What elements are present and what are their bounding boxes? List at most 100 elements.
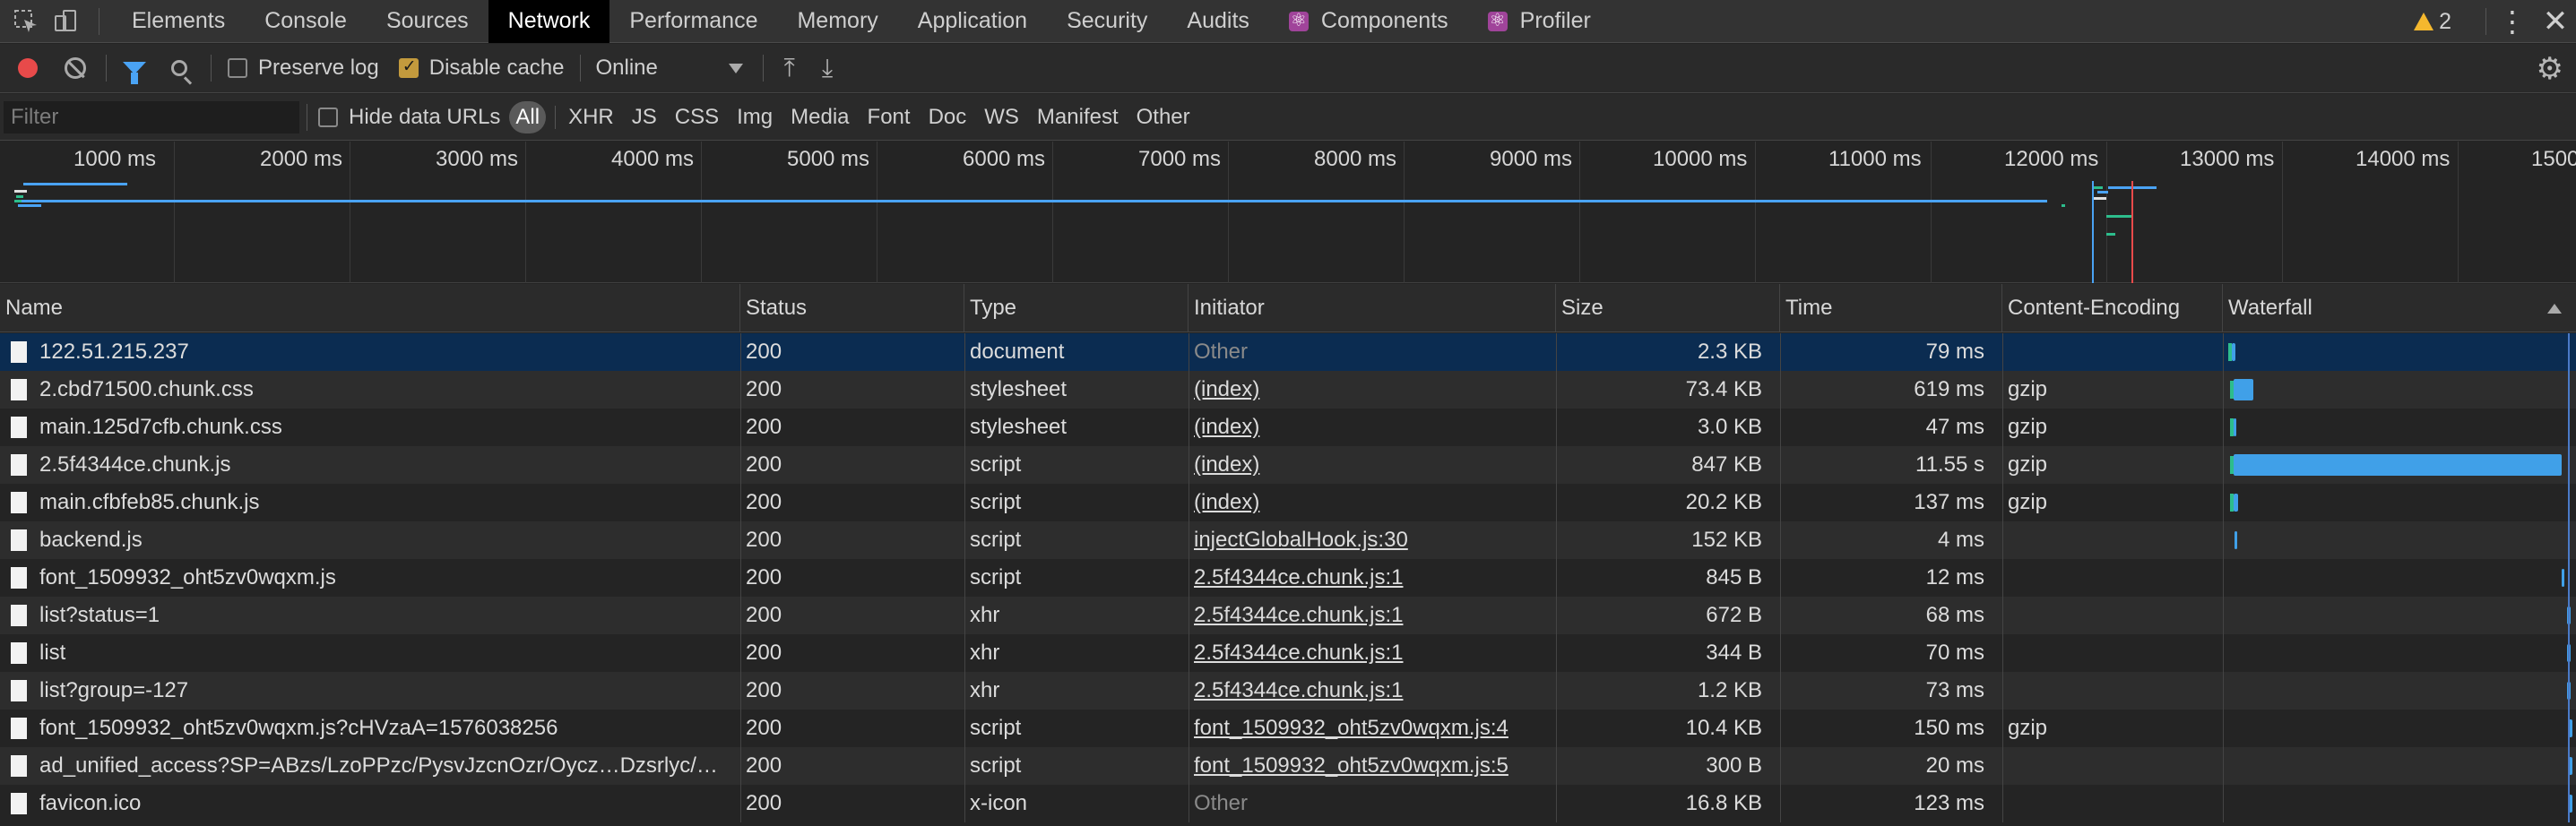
initiator-link[interactable]: (index) [1194, 452, 1259, 478]
filter-input[interactable] [4, 100, 299, 133]
request-name: font_1509932_oht5zv0wqxm.js [39, 565, 336, 589]
request-initiator[interactable]: 2.5f4344ce.chunk.js:1 [1189, 634, 1556, 672]
table-row[interactable]: font_1509932_oht5zv0wqxm.js?cHVzaA=15760… [0, 710, 2576, 747]
filter-type-img[interactable]: Img [728, 101, 782, 133]
filter-icon[interactable] [123, 62, 146, 84]
filter-type-xhr[interactable]: XHR [559, 101, 623, 133]
filter-type-other[interactable]: Other [1128, 101, 1199, 133]
initiator-link[interactable]: (index) [1194, 490, 1259, 515]
initiator-link[interactable]: injectGlobalHook.js:30 [1194, 528, 1408, 553]
tab-label: Memory [797, 8, 878, 33]
filter-type-ws[interactable]: WS [975, 101, 1028, 133]
request-initiator[interactable]: 2.5f4344ce.chunk.js:1 [1189, 559, 1556, 597]
table-row[interactable]: main.cfbfeb85.chunk.js 200 script (index… [0, 484, 2576, 521]
table-row[interactable]: backend.js 200 script injectGlobalHook.j… [0, 521, 2576, 559]
table-row[interactable]: list 200 xhr 2.5f4344ce.chunk.js:1 344 B… [0, 634, 2576, 672]
tab-sources[interactable]: Sources [367, 0, 488, 43]
tab-audits[interactable]: Audits [1167, 0, 1268, 43]
request-initiator[interactable]: (index) [1189, 371, 1556, 409]
throttling-select[interactable]: Online [595, 56, 744, 81]
initiator-link[interactable]: (index) [1194, 377, 1259, 402]
table-row[interactable]: 122.51.215.237 200 document Other 2.3 KB… [0, 333, 2576, 371]
column-header-time[interactable]: Time [1780, 284, 2002, 332]
tab-elements[interactable]: Elements [112, 0, 245, 43]
column-header-name[interactable]: Name [0, 284, 740, 332]
filter-type-css[interactable]: CSS [666, 101, 728, 133]
column-header-status[interactable]: Status [740, 284, 964, 332]
table-row[interactable]: list?status=1 200 xhr 2.5f4344ce.chunk.j… [0, 597, 2576, 634]
request-encoding [2002, 597, 2223, 634]
device-toolbar-icon[interactable] [48, 0, 82, 43]
preserve-log-checkbox[interactable]: Preserve log [228, 56, 379, 81]
warnings-counter[interactable]: 2 [2414, 9, 2451, 35]
disable-cache-checkbox[interactable]: Disable cache [398, 56, 564, 81]
tab-console[interactable]: Console [245, 0, 367, 43]
filter-type-media[interactable]: Media [782, 101, 858, 133]
request-initiator[interactable]: font_1509932_oht5zv0wqxm.js:4 [1189, 710, 1556, 747]
table-row[interactable]: 2.5f4344ce.chunk.js 200 script (index) 8… [0, 446, 2576, 484]
column-header-size[interactable]: Size [1556, 284, 1780, 332]
gear-icon[interactable]: ⚙ [2537, 51, 2563, 87]
request-initiator[interactable]: font_1509932_oht5zv0wqxm.js:5 [1189, 747, 1556, 785]
filter-type-all[interactable]: All [509, 100, 547, 133]
record-button[interactable] [18, 58, 38, 78]
close-icon[interactable]: ✕ [2535, 0, 2576, 43]
network-overview[interactable]: 1000 ms 2000 ms 3000 ms 4000 ms 5000 ms … [0, 142, 2576, 283]
filter-type-js[interactable]: JS [623, 101, 666, 133]
initiator-link[interactable]: 2.5f4344ce.chunk.js:1 [1194, 641, 1404, 666]
tab-security[interactable]: Security [1047, 0, 1167, 43]
column-header-initiator[interactable]: Initiator [1189, 284, 1556, 332]
import-har-icon[interactable]: ⤒ [783, 54, 794, 83]
export-har-icon[interactable]: ⤓ [822, 54, 833, 83]
clear-button[interactable] [65, 57, 86, 79]
overview-gridline [2458, 142, 2459, 283]
request-initiator[interactable]: 2.5f4344ce.chunk.js:1 [1189, 597, 1556, 634]
request-initiator[interactable]: injectGlobalHook.js:30 [1189, 521, 1556, 559]
initiator-link[interactable]: (index) [1194, 415, 1259, 440]
request-initiator[interactable]: 2.5f4344ce.chunk.js:1 [1189, 672, 1556, 710]
request-initiator[interactable]: (index) [1189, 484, 1556, 521]
initiator-link[interactable]: font_1509932_oht5zv0wqxm.js:5 [1194, 753, 1508, 779]
overview-tick-label: 1000 ms [73, 147, 157, 171]
inspect-element-icon[interactable] [9, 0, 43, 43]
tab-profiler[interactable]: Profiler [1468, 0, 1611, 43]
toolbar-divider [580, 55, 582, 82]
hide-data-urls-checkbox[interactable]: Hide data URLs [318, 105, 500, 130]
overview-tick-label: 7000 ms [1138, 147, 1222, 171]
table-row[interactable]: ad_unified_access?SP=ABzs/LzoPPzc/PysvJz… [0, 747, 2576, 785]
filter-type-doc[interactable]: Doc [920, 101, 976, 133]
initiator-link[interactable]: font_1509932_oht5zv0wqxm.js:4 [1194, 716, 1508, 741]
column-header-type[interactable]: Type [964, 284, 1189, 332]
column-header-waterfall[interactable]: Waterfall [2223, 284, 2576, 332]
filter-type-manifest[interactable]: Manifest [1028, 101, 1128, 133]
tab-bar-right: 2 ⋮ ✕ [2414, 0, 2576, 43]
tab-network[interactable]: Network [488, 0, 610, 43]
table-row[interactable]: 2.cbd71500.chunk.css 200 stylesheet (ind… [0, 371, 2576, 409]
initiator-link[interactable]: 2.5f4344ce.chunk.js:1 [1194, 565, 1404, 590]
initiator-link[interactable]: 2.5f4344ce.chunk.js:1 [1194, 678, 1404, 703]
request-initiator[interactable]: (index) [1189, 409, 1556, 446]
tab-components[interactable]: Components [1269, 0, 1468, 43]
tab-memory[interactable]: Memory [777, 0, 897, 43]
overview-gridline [701, 142, 702, 283]
column-label: Type [970, 296, 1017, 320]
filter-type-label: Other [1136, 104, 1190, 129]
request-status: 200 [746, 490, 782, 514]
initiator-link[interactable]: 2.5f4344ce.chunk.js:1 [1194, 603, 1404, 628]
table-row[interactable]: font_1509932_oht5zv0wqxm.js 200 script 2… [0, 559, 2576, 597]
column-header-content-encoding[interactable]: Content-Encoding [2002, 284, 2223, 332]
more-options-icon[interactable]: ⋮ [2490, 0, 2535, 43]
request-initiator[interactable]: (index) [1189, 446, 1556, 484]
request-size: 672 B [1706, 603, 1762, 627]
tab-performance[interactable]: Performance [609, 0, 777, 43]
search-icon[interactable] [171, 60, 187, 76]
request-type: stylesheet [970, 377, 1068, 401]
table-row[interactable]: favicon.ico 200 x-icon Other 16.8 KB 123… [0, 785, 2576, 822]
table-row[interactable]: list?group=-127 200 xhr 2.5f4344ce.chunk… [0, 672, 2576, 710]
filter-type-font[interactable]: Font [859, 101, 920, 133]
overview-request-bar [2106, 233, 2115, 236]
tab-application[interactable]: Application [898, 0, 1047, 43]
table-row[interactable]: main.125d7cfb.chunk.css 200 stylesheet (… [0, 409, 2576, 446]
overview-tick-label: 9000 ms [1490, 147, 1573, 171]
request-time: 619 ms [1914, 377, 1984, 401]
